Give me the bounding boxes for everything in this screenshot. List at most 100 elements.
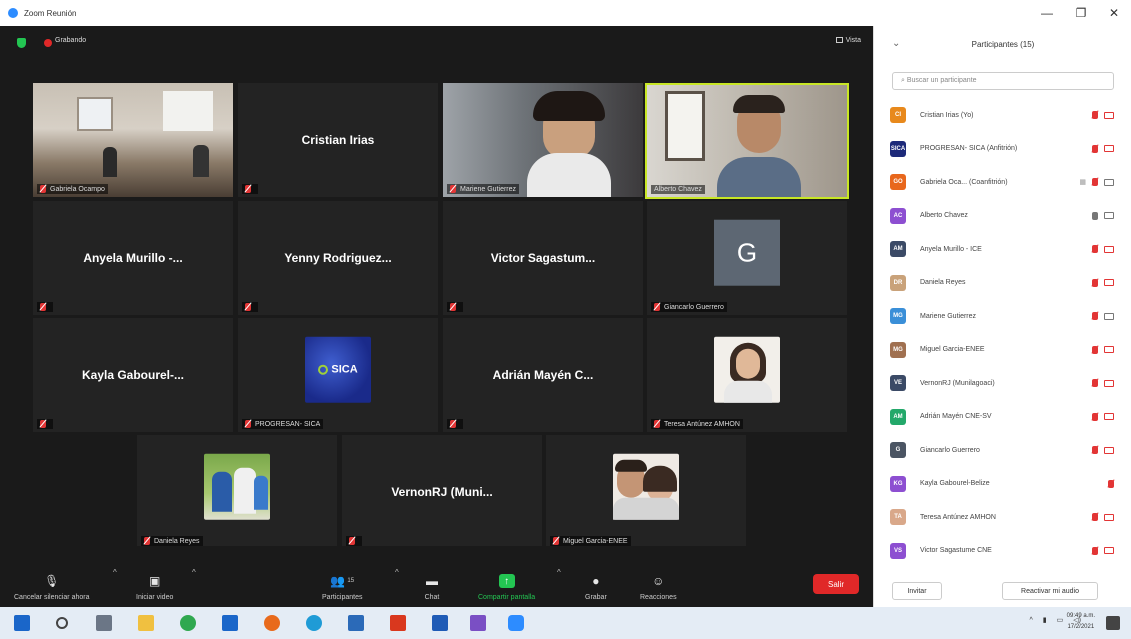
participant-row[interactable]: G Giancarlo Guerrero [890, 439, 1120, 461]
tray-chevron-icon[interactable]: ^ [1030, 617, 1033, 624]
zoom-taskbar-icon[interactable] [508, 615, 524, 631]
view-button[interactable]: Vista [835, 37, 861, 44]
participant-avatar: MG [890, 341, 906, 358]
participant-avatar: VS [890, 542, 906, 559]
file-explorer-icon[interactable] [138, 615, 154, 631]
share-screen-button[interactable]: ↑ Compartir pantalla [478, 546, 535, 607]
firefox-icon[interactable] [264, 615, 280, 631]
participant-row[interactable]: SICA PROGRESAN- SICA (Anfitrión) [890, 138, 1120, 160]
participants-options-caret-icon[interactable]: ^ [395, 568, 399, 577]
participant-status-icons [1092, 211, 1114, 220]
start-video-button[interactable]: ▣ Iniciar video [136, 546, 173, 607]
reactions-icon: ☺ [652, 574, 665, 588]
participants-button[interactable]: 👥 15 Participantes [322, 546, 362, 607]
video-tile[interactable]: Adrián Mayén C... [443, 318, 643, 432]
minimize-button[interactable]: — [1030, 0, 1064, 26]
participant-row[interactable]: AC Alberto Chavez [890, 205, 1120, 227]
camera-off-icon [1104, 379, 1114, 387]
taskbar-clock[interactable]: 09:49 a.m. 17/2/2021 [1067, 611, 1095, 633]
participant-row[interactable]: CI Cristian Irias (Yo) [890, 104, 1120, 126]
record-label: Grabar [585, 594, 607, 601]
tile-footer: PROGRESAN- SICA [242, 419, 324, 429]
window-title: Zoom Reunión [24, 8, 77, 18]
participant-status-icons [1092, 245, 1114, 253]
tray-network-icon[interactable]: ▮ [1043, 616, 1047, 624]
windows-start-icon[interactable] [14, 615, 30, 631]
share-options-caret-icon[interactable]: ^ [557, 568, 561, 577]
profile-picture [204, 453, 270, 520]
task-view-icon[interactable] [96, 615, 112, 631]
video-tile[interactable]: Victor Sagastum... [443, 201, 643, 315]
participant-row[interactable]: KG Kayla Gabourel-Belize [890, 473, 1120, 495]
participant-name: Teresa Antúnez AMHON [920, 513, 996, 521]
video-tile[interactable]: Kayla Gabourel-... [33, 318, 233, 432]
search-placeholder: Buscar un participante [906, 77, 977, 84]
participant-row[interactable]: VS Victor Sagastume CNE [890, 540, 1120, 562]
video-tile[interactable]: VernonRJ (Muni... [342, 435, 542, 549]
leave-meeting-button[interactable]: Salir [813, 574, 859, 594]
office-icon[interactable] [390, 615, 406, 631]
word-icon[interactable] [432, 615, 448, 631]
video-tile[interactable]: G Giancarlo Guerrero [647, 201, 847, 315]
participant-status-icons [1092, 546, 1114, 555]
tile-name: Gabriela Ocampo [50, 185, 105, 193]
meeting-toolbar: 🎙 Cancelar silenciar ahora ^ ▣ Iniciar v… [0, 546, 873, 607]
clock-date: 17/2/2021 [1067, 624, 1095, 630]
camera-off-icon [1104, 245, 1114, 253]
store-icon[interactable] [222, 615, 238, 631]
chrome-icon[interactable] [180, 615, 196, 631]
tile-footer: Daniela Reyes [141, 536, 203, 546]
participant-status-icons [1092, 446, 1114, 454]
video-tile-active-speaker[interactable]: Alberto Chavez [645, 83, 849, 199]
outlook-icon[interactable] [348, 615, 364, 631]
video-tile[interactable]: Cristian Irias [238, 83, 438, 197]
muted-mic-icon [1092, 278, 1098, 287]
tray-battery-icon[interactable]: ▭ [1057, 616, 1064, 624]
video-tile[interactable]: Daniela Reyes [137, 435, 337, 549]
tile-name: Kayla Gabourel-... [81, 368, 185, 382]
tile-footer: Alberto Chavez [651, 185, 705, 194]
notifications-icon[interactable] [1106, 616, 1120, 630]
participant-row[interactable]: GO Gabriela Oca... (Coanfitrión) ▦ [890, 171, 1120, 193]
participant-row[interactable]: VE VernonRJ (Munilagoaci) [890, 372, 1120, 394]
chat-button[interactable]: ▬ Chat [424, 546, 440, 607]
tile-name: Miguel Garcia-ENEE [563, 537, 628, 545]
unmute-button[interactable]: 🎙 Cancelar silenciar ahora [14, 546, 89, 607]
start-video-label: Iniciar video [136, 594, 174, 601]
muted-mic-icon [40, 420, 46, 428]
security-shield-icon[interactable] [17, 38, 26, 48]
video-tile[interactable]: Miguel Garcia-ENEE [546, 435, 746, 549]
participant-row[interactable]: TA Teresa Antúnez AMHON [890, 506, 1120, 528]
restore-button[interactable]: ❐ [1064, 0, 1098, 26]
teams-icon[interactable] [470, 615, 486, 631]
muted-mic-icon [1092, 178, 1098, 186]
video-tile[interactable]: Gabriela Ocampo [33, 83, 233, 197]
participant-row[interactable]: AM Anyela Murillo - ICE [890, 238, 1120, 260]
participant-row[interactable]: MG Mariene Gutierrez [890, 305, 1120, 327]
reactions-button[interactable]: ☺ Reacciones [640, 546, 677, 607]
windows-taskbar: ^ ▮ ▭ ◁) 09:49 a.m. 17/2/2021 [0, 607, 1131, 639]
participant-name: Miguel Garcia-ENEE [920, 346, 985, 353]
participant-row[interactable]: MG Miguel Garcia-ENEE [890, 339, 1120, 361]
video-tile[interactable]: Teresa Antúnez AMHON [647, 318, 847, 432]
video-tile[interactable]: Mariene Gutierrez [443, 83, 643, 197]
video-tile[interactable]: SICA PROGRESAN- SICA [238, 318, 438, 432]
invite-button[interactable]: Invitar [892, 582, 942, 600]
participant-row[interactable]: DR Daniela Reyes [890, 272, 1120, 294]
video-options-caret-icon[interactable]: ^ [192, 568, 196, 577]
audio-options-caret-icon[interactable]: ^ [113, 568, 117, 577]
video-tile[interactable]: Yenny Rodriguez... [238, 201, 438, 315]
participant-name: Victor Sagastume CNE [920, 547, 992, 554]
record-button[interactable]: ● Grabar [585, 546, 607, 607]
participant-search-input[interactable]: ⌕ Buscar un participante [892, 72, 1114, 90]
close-button[interactable]: ✕ [1097, 0, 1131, 26]
edge-icon[interactable] [306, 615, 322, 631]
unmute-me-button[interactable]: Reactivar mi audio [1002, 582, 1098, 600]
search-icon[interactable] [56, 617, 68, 629]
participant-row[interactable]: AM Adrián Mayén CNE-SV [890, 406, 1120, 428]
video-tile[interactable]: Anyela Murillo -... [33, 201, 233, 315]
muted-mic-icon [40, 303, 46, 311]
participant-avatar: GO [890, 174, 906, 190]
record-icon: ● [592, 574, 600, 588]
muted-mic-icon [1092, 144, 1098, 153]
